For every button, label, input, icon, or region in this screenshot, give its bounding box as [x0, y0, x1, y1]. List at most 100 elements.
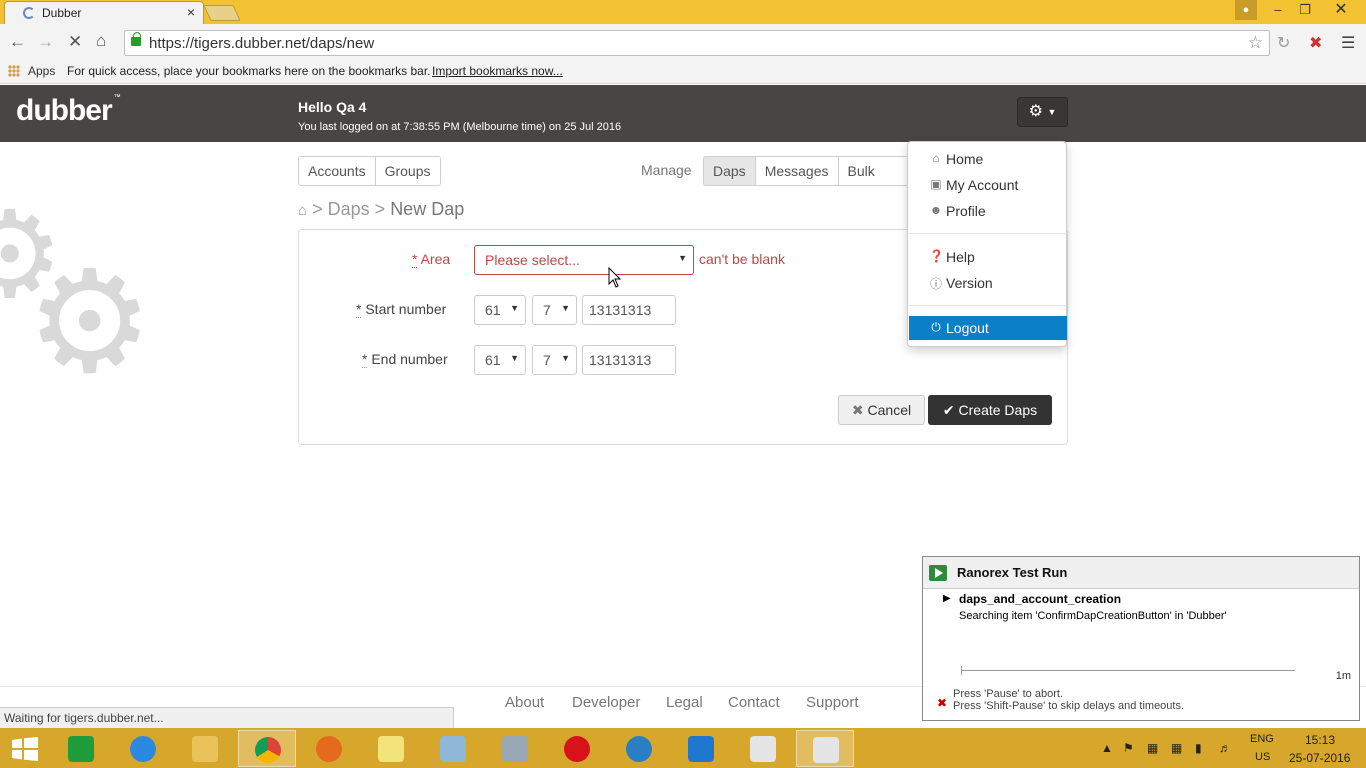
- address-bar[interactable]: https://tigers.dubber.net/daps/new ☆: [124, 30, 1270, 56]
- dubber-logo[interactable]: dubber ™: [16, 94, 121, 128]
- breadcrumb-home-icon[interactable]: ⌂: [298, 202, 307, 219]
- question-icon: ❓: [929, 249, 944, 263]
- footer-link-about[interactable]: About: [505, 694, 544, 711]
- start-button[interactable]: [0, 730, 58, 767]
- ranorex-header: Ranorex Test Run: [923, 557, 1359, 589]
- back-arrow-icon[interactable]: ←: [9, 33, 26, 51]
- menu-item-version[interactable]: ⓘ Version: [909, 271, 1067, 295]
- close-window-icon[interactable]: ✕: [1324, 0, 1358, 20]
- end-country-code-select[interactable]: 61 ▼: [474, 345, 526, 375]
- taskbar-ranorex-studio[interactable]: [734, 730, 792, 767]
- user-profile-icon[interactable]: ●: [1235, 0, 1257, 20]
- check-icon: ✔: [942, 402, 955, 418]
- taskbar-app-t[interactable]: [610, 730, 668, 767]
- nav-daps[interactable]: Daps: [704, 157, 755, 185]
- forward-arrow-icon[interactable]: →: [37, 33, 54, 51]
- tab-title: Dubber: [42, 6, 82, 20]
- footer-link-legal[interactable]: Legal: [666, 694, 703, 711]
- taskbar-firefox[interactable]: [300, 730, 358, 767]
- ranorex-icon: [750, 736, 776, 762]
- taskbar-internet-explorer[interactable]: [114, 730, 172, 767]
- volume-icon[interactable]: ♬: [1219, 741, 1231, 755]
- taskbar-chrome[interactable]: [238, 730, 296, 767]
- menu-item-help[interactable]: ❓ Help: [909, 245, 1067, 269]
- taskbar-teamviewer[interactable]: [672, 730, 730, 767]
- bookmark-star-icon[interactable]: ☆: [1248, 33, 1263, 53]
- taskbar-sticky-notes[interactable]: [362, 730, 420, 767]
- network-signal-icon[interactable]: ▮: [1195, 741, 1202, 755]
- input-locale[interactable]: US: [1255, 751, 1270, 763]
- area-error-message: can't be blank: [699, 251, 785, 267]
- extension-sync-icon[interactable]: ↻: [1277, 33, 1290, 53]
- menu-item-profile[interactable]: ☻ Profile: [909, 199, 1067, 223]
- chrome-menu-icon[interactable]: ☰: [1341, 33, 1355, 53]
- restore-icon[interactable]: ❐: [1295, 0, 1315, 20]
- footer-link-developer[interactable]: Developer: [572, 694, 640, 711]
- taskbar-store[interactable]: [52, 730, 110, 767]
- start-number-label: * Start number: [356, 301, 446, 318]
- taskbar-opera[interactable]: [548, 730, 606, 767]
- start-area-code-select[interactable]: 7 ▼: [532, 295, 577, 325]
- menu-item-label: Version: [946, 275, 993, 291]
- start-country-code-select[interactable]: 61 ▼: [474, 295, 526, 325]
- logo-text: dubber: [16, 94, 113, 127]
- menu-item-home[interactable]: ⌂ Home: [909, 147, 1067, 171]
- ranorex-hint-shift-pause: Press 'Shift-Pause' to skip delays and t…: [953, 700, 1185, 712]
- settings-menu-button[interactable]: ⚙ ▼: [1017, 97, 1068, 127]
- nav-bulk-manage[interactable]: Bulk Man: [837, 157, 913, 185]
- menu-divider: [909, 233, 1067, 234]
- breadcrumb-daps[interactable]: Daps: [328, 199, 370, 219]
- settings-dropdown-menu: ⌂ Home ▣ My Account ☻ Profile ❓ Help ⓘ V…: [907, 141, 1067, 347]
- background-gear-icon: ⚙: [26, 240, 154, 405]
- input-language[interactable]: ENG: [1250, 733, 1274, 745]
- cancel-button[interactable]: ✖ Cancel: [838, 395, 925, 425]
- taskbar-file-explorer[interactable]: [176, 730, 234, 767]
- apps-link[interactable]: Apps: [28, 64, 55, 78]
- cancel-label: Cancel: [867, 402, 912, 418]
- ranorex-progress-bar: [961, 666, 1295, 675]
- select-arrow-icon: ▼: [510, 303, 519, 313]
- menu-item-logout[interactable]: ⏻ Logout: [909, 316, 1067, 340]
- taskbar-notepad[interactable]: [424, 730, 482, 767]
- footer-link-contact[interactable]: Contact: [728, 694, 780, 711]
- home-button-icon[interactable]: ⌂: [96, 32, 106, 50]
- ranorex-title: Ranorex Test Run: [957, 565, 1068, 580]
- expand-triangle-icon[interactable]: ▶: [943, 593, 951, 604]
- end-area-code-select[interactable]: 7 ▼: [532, 345, 577, 375]
- create-daps-button[interactable]: ✔ Create Daps: [928, 395, 1052, 425]
- opera-icon: [564, 736, 590, 762]
- last-login-text: You last logged on at 7:38:55 PM (Melbou…: [298, 121, 622, 133]
- clock-date[interactable]: 25-07-2016: [1289, 751, 1350, 765]
- tray-app-icon[interactable]: ▦: [1147, 741, 1158, 755]
- import-bookmarks-link[interactable]: Import bookmarks now...: [432, 64, 563, 78]
- extension-ranorex-icon[interactable]: ✖: [1309, 33, 1322, 53]
- tab-close-icon[interactable]: ×: [187, 4, 195, 20]
- end-number-input[interactable]: 13131313: [582, 345, 676, 375]
- taskbar-calculator[interactable]: [486, 730, 544, 767]
- tray-expand-icon[interactable]: ▲: [1101, 741, 1113, 755]
- nav-messages[interactable]: Messages: [754, 157, 838, 185]
- select-arrow-icon: ▼: [561, 353, 570, 363]
- clock-time[interactable]: 15:13: [1305, 733, 1335, 747]
- nav-groups[interactable]: Groups: [374, 157, 440, 185]
- taskbar-ranorex-run[interactable]: [796, 730, 854, 767]
- nav-accounts[interactable]: Accounts: [299, 157, 375, 185]
- browser-tab-dubber[interactable]: Dubber ×: [4, 1, 204, 24]
- minimize-icon[interactable]: –: [1268, 0, 1288, 20]
- area-select[interactable]: Please select... ▼: [474, 245, 694, 275]
- start-number-input[interactable]: 13131313: [582, 295, 676, 325]
- url-text: https://tigers.dubber.net/daps/new: [149, 35, 375, 52]
- footer-link-support[interactable]: Support: [806, 694, 859, 711]
- apps-grid-icon[interactable]: [8, 65, 20, 77]
- breadcrumb-separator: >: [312, 199, 323, 219]
- ranorex-message: Searching item 'ConfirmDapCreationButton…: [959, 610, 1227, 622]
- select-arrow-icon: ▼: [678, 253, 687, 263]
- tray-app-icon[interactable]: ▦: [1171, 741, 1182, 755]
- action-center-flag-icon[interactable]: ⚑: [1123, 741, 1134, 755]
- power-icon: ⏻: [931, 320, 941, 334]
- menu-item-my-account[interactable]: ▣ My Account: [909, 173, 1067, 197]
- stop-loading-icon[interactable]: ✕: [68, 33, 82, 51]
- breadcrumb-separator: >: [374, 199, 386, 219]
- bookmarks-hint: For quick access, place your bookmarks h…: [67, 64, 431, 78]
- account-nav-group: Accounts Groups: [298, 156, 441, 186]
